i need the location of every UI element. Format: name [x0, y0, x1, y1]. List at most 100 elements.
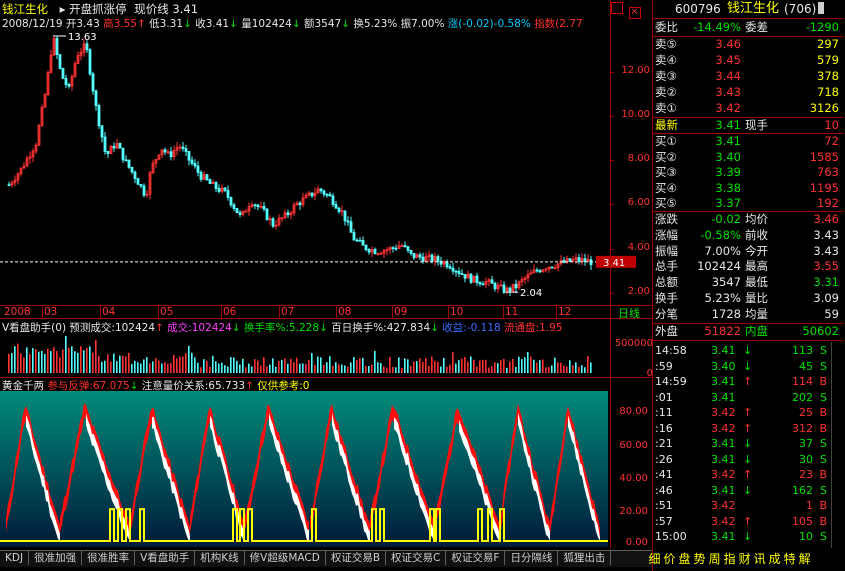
time-axis-tick: [556, 306, 557, 318]
tick-side: S: [820, 359, 827, 373]
stat-value: 7.00%: [704, 243, 741, 258]
tick-volume: 30: [799, 452, 813, 466]
volume-bar: [410, 366, 412, 373]
volume-bar: [458, 360, 460, 373]
bottom-tab[interactable]: 权证交易F: [446, 551, 506, 565]
candle-body: [205, 174, 209, 181]
volume-bar: [116, 361, 118, 373]
function-tab[interactable]: 细: [647, 550, 662, 567]
candle-body: [127, 159, 131, 168]
candle-body: [358, 239, 362, 242]
tick-side: B: [819, 514, 827, 528]
stock-name[interactable]: 钱江生化: [2, 2, 48, 16]
volume-bar: [134, 360, 136, 373]
volume-bar: [464, 356, 466, 373]
bottom-tab[interactable]: 日分隔线: [505, 551, 559, 565]
bottom-tab[interactable]: 权证交易B: [326, 551, 387, 565]
tick-volume: 10: [799, 530, 813, 543]
volume-bar: [65, 335, 67, 373]
candle-body: [244, 210, 248, 213]
buy-price: 3.37: [715, 196, 741, 210]
candle-body: [469, 273, 473, 283]
volume-bar: [560, 362, 562, 373]
volume-bar: [272, 358, 274, 373]
volume-bar: [20, 353, 22, 373]
function-tab[interactable]: 解: [797, 550, 812, 567]
volume-bar: [530, 356, 532, 373]
tick-price: 3.41: [711, 390, 736, 404]
tick-scrollbar[interactable]: [831, 342, 844, 548]
time-axis-label: 12: [558, 306, 572, 318]
buy-price: 3.40: [715, 149, 741, 164]
volume-bar: [524, 357, 526, 373]
volume-bar: [161, 363, 163, 373]
volume-bar: [320, 357, 322, 373]
function-tab[interactable]: 财: [737, 550, 752, 567]
time-axis-tick: [279, 306, 280, 318]
dropdown-arrow-icon[interactable]: ▸: [60, 2, 66, 16]
time-axis-tick: [336, 306, 337, 318]
time-axis-tick: [42, 306, 43, 318]
scroll-thumb[interactable]: [818, 2, 824, 14]
volume-chart[interactable]: [0, 333, 652, 377]
down-arrow-icon: ↓: [291, 18, 301, 30]
bottom-tab[interactable]: 权证交易C: [386, 551, 447, 565]
function-tab[interactable]: 盘: [677, 550, 692, 567]
volume-bar: [185, 353, 187, 373]
volume-bar: [440, 366, 442, 373]
weibi-value: -14.49%: [693, 20, 741, 34]
volume-bar: [74, 351, 76, 373]
volume-bar: [500, 359, 502, 373]
restore-icon[interactable]: [611, 2, 623, 14]
candle-body: [325, 193, 329, 196]
volume-bar: [338, 364, 340, 373]
buy-label: 买⑤: [655, 196, 677, 210]
candle-body: [94, 90, 98, 106]
close-icon[interactable]: ×: [628, 7, 641, 19]
bottom-tab[interactable]: KDJ: [0, 551, 30, 565]
bottom-tab[interactable]: 修V超级MACD: [245, 551, 326, 565]
bottom-tab[interactable]: 机构K线: [195, 551, 245, 565]
chart-area[interactable]: 钱江生化 ▸ 开盘抓涨停 现价线 3.41 2008/12/19 开3.43 高…: [0, 0, 653, 571]
sell-volume: 378: [817, 69, 839, 83]
function-tab[interactable]: 周: [707, 550, 722, 567]
volume-bar: [296, 357, 298, 373]
candle-body: [7, 184, 11, 187]
volume-bar: [245, 367, 247, 373]
function-tab[interactable]: 价: [662, 550, 677, 567]
candle-body: [322, 190, 326, 195]
up-arrow-icon: ↑: [743, 468, 753, 481]
bottom-tab[interactable]: V看盘助手: [135, 551, 196, 565]
volume-bar: [368, 366, 370, 373]
volume-bar: [14, 346, 16, 373]
volume-bar: [251, 366, 253, 373]
outer-label: 外盘: [655, 324, 678, 338]
tick-row: 15:00 3.41 ↓ 10 S: [655, 530, 843, 545]
sell-price: 3.43: [715, 85, 741, 99]
volume-bar: [38, 351, 40, 373]
bottom-tab[interactable]: 狐狸出击: [558, 551, 612, 565]
function-tab[interactable]: 讯: [752, 550, 767, 567]
indicator-tick-label: 40.00: [619, 473, 648, 484]
volume-bar: [68, 347, 70, 373]
time-axis-tick: [503, 306, 504, 318]
bottom-tab[interactable]: 很准加强: [29, 551, 83, 565]
function-tab[interactable]: 成: [767, 550, 782, 567]
down-arrow-icon: ↓: [743, 344, 753, 357]
indicator-name[interactable]: 开盘抓涨停: [69, 2, 127, 16]
stat-value: 1728: [711, 306, 741, 321]
function-tab[interactable]: 势: [692, 550, 707, 567]
buy-volume: 1195: [809, 180, 839, 195]
candle-body: [391, 247, 395, 250]
volume-bar: [551, 365, 553, 373]
volume-bar: [437, 361, 439, 373]
indicator-chart[interactable]: [0, 391, 652, 547]
volume-bar: [26, 347, 28, 373]
tick-time: :41: [655, 468, 673, 481]
function-tab[interactable]: 指: [722, 550, 737, 567]
price-chart[interactable]: 3.41 13.63 2.04: [0, 30, 652, 305]
function-tab[interactable]: 特: [782, 550, 797, 567]
candle-body: [226, 190, 230, 198]
candle-body: [355, 239, 359, 242]
bottom-tab[interactable]: 很准胜率: [82, 551, 136, 565]
